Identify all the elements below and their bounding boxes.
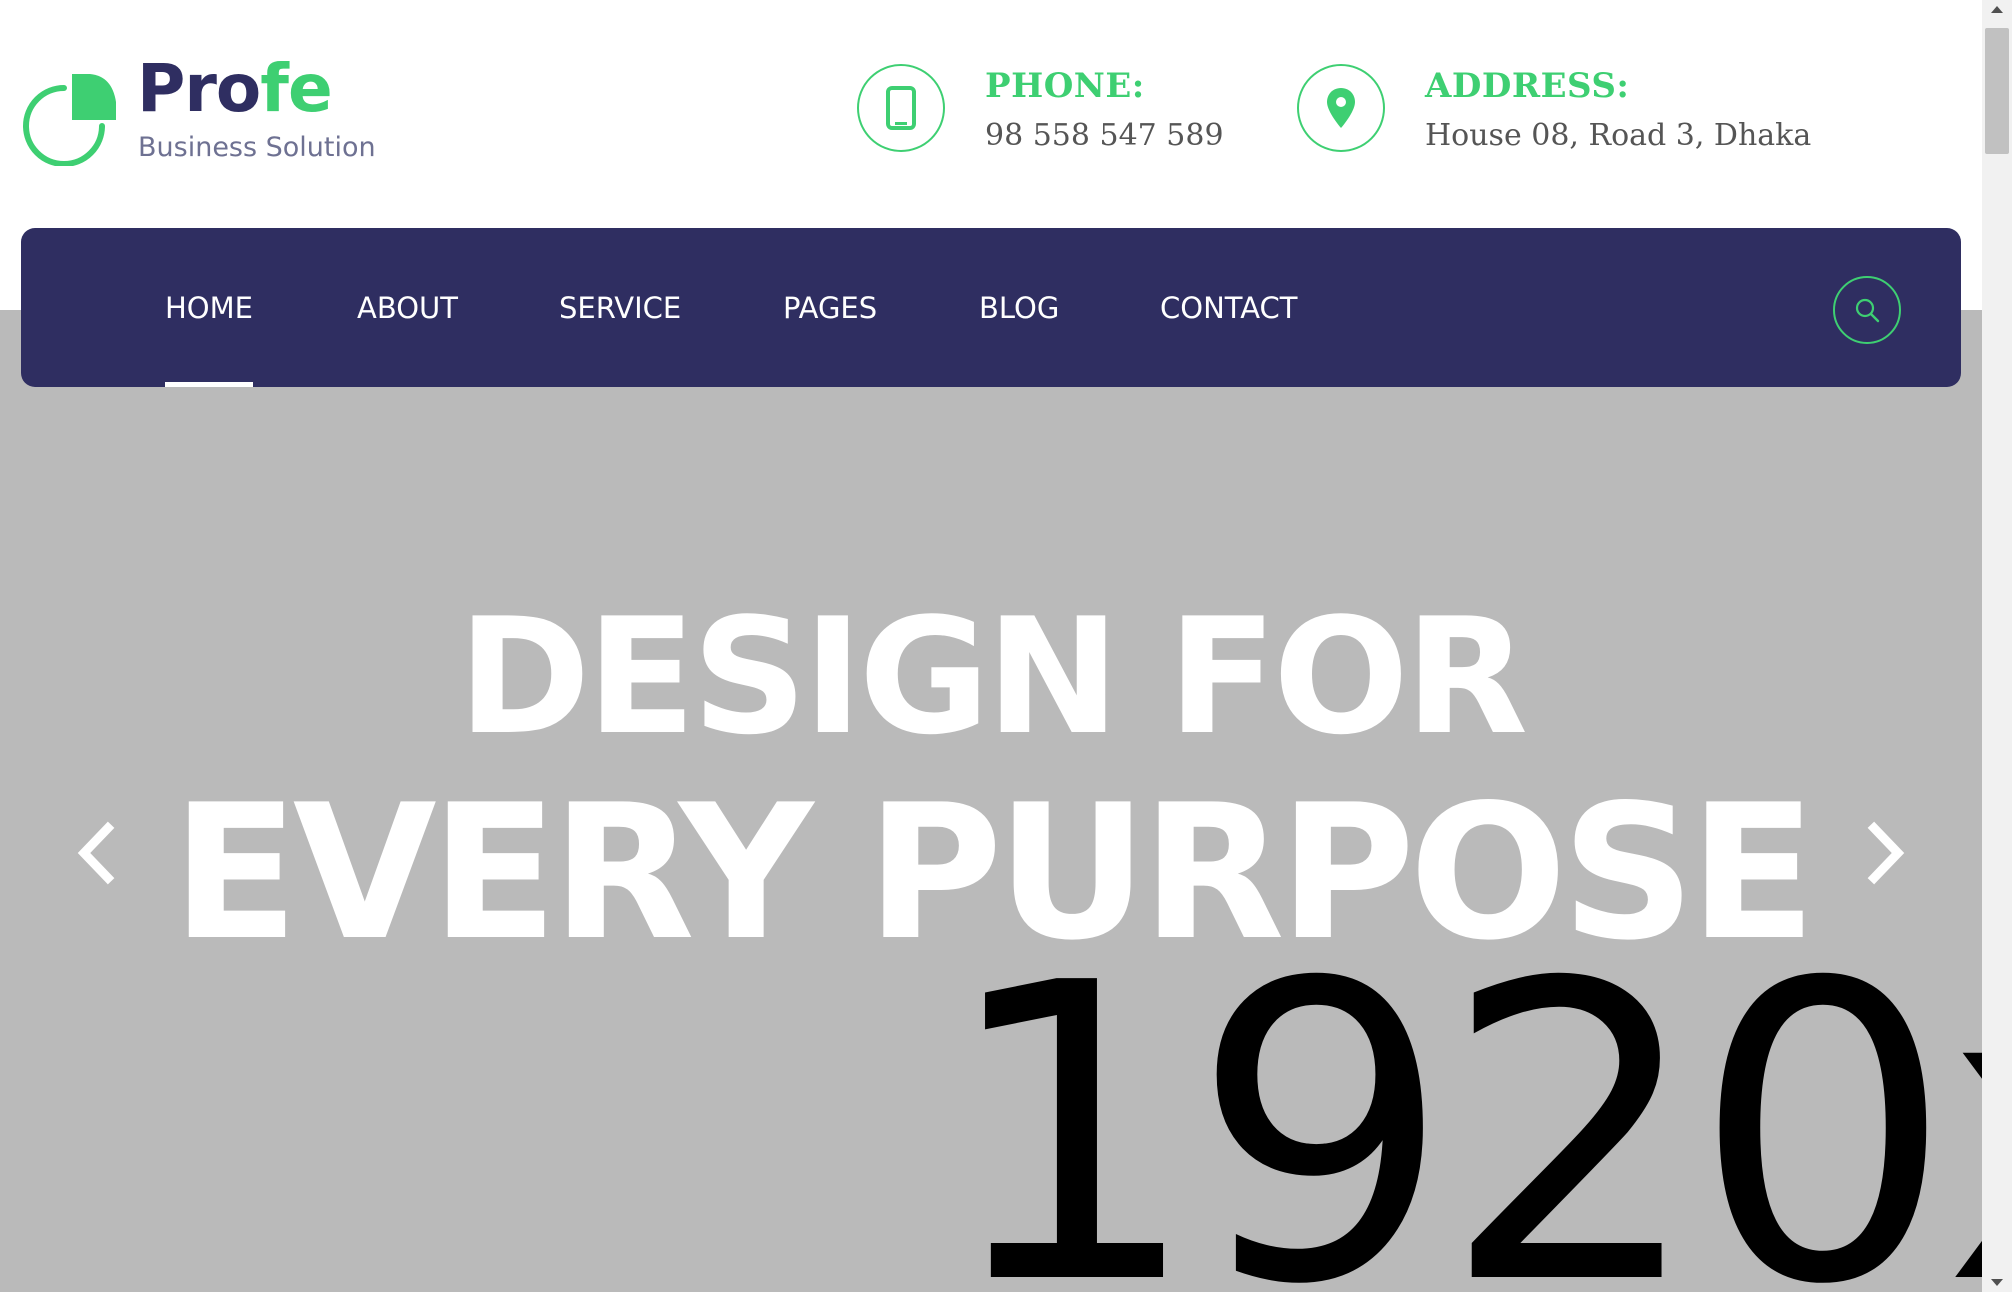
brand-name-primary: Pro: [137, 50, 261, 127]
main-nav: HOME ABOUT SERVICE PAGES BLOG CONTACT: [21, 228, 1961, 387]
hero-title-line1: DESIGN FOR: [457, 583, 1528, 770]
pie-chart-logo-icon: [23, 74, 116, 166]
brand-name: Profe: [137, 56, 333, 122]
search-button[interactable]: [1833, 276, 1901, 344]
mobile-phone-icon: [886, 86, 916, 130]
hero-title-line2: EVERY PURPOSE: [171, 764, 1817, 981]
search-icon: [1855, 298, 1880, 323]
nav-item-blog[interactable]: BLOG: [979, 228, 1059, 387]
address-icon-circle: [1297, 64, 1385, 152]
scroll-down-arrow-icon[interactable]: [1991, 1279, 2003, 1286]
scroll-thumb[interactable]: [1985, 28, 2009, 154]
logo[interactable]: Profe Business Solution: [20, 56, 390, 168]
nav-item-home[interactable]: HOME: [165, 228, 253, 387]
vertical-scrollbar[interactable]: [1982, 0, 2012, 1292]
nav-item-service[interactable]: SERVICE: [559, 228, 681, 387]
phone-contact: PHONE: 98 558 547 589: [857, 64, 1277, 154]
brand-name-accent: fe: [260, 50, 332, 127]
address-value: House 08, Road 3, Dhaka: [1425, 118, 1812, 153]
address-label: ADDRESS:: [1425, 66, 1630, 106]
hero-placeholder-text: 1920x: [940, 896, 1982, 1292]
chevron-right-icon[interactable]: [1866, 818, 1906, 888]
phone-label: PHONE:: [985, 66, 1145, 106]
brand-tagline: Business Solution: [138, 132, 376, 163]
map-pin-icon: [1327, 88, 1355, 128]
chevron-left-icon[interactable]: [76, 818, 116, 888]
nav-item-about[interactable]: ABOUT: [357, 228, 458, 387]
phone-value: 98 558 547 589: [985, 118, 1224, 153]
phone-icon-circle: [857, 64, 945, 152]
address-contact: ADDRESS: House 08, Road 3, Dhaka: [1297, 64, 1817, 154]
nav-item-pages[interactable]: PAGES: [783, 228, 877, 387]
nav-item-contact[interactable]: CONTACT: [1160, 228, 1298, 387]
scroll-up-arrow-icon[interactable]: [1991, 6, 2003, 13]
